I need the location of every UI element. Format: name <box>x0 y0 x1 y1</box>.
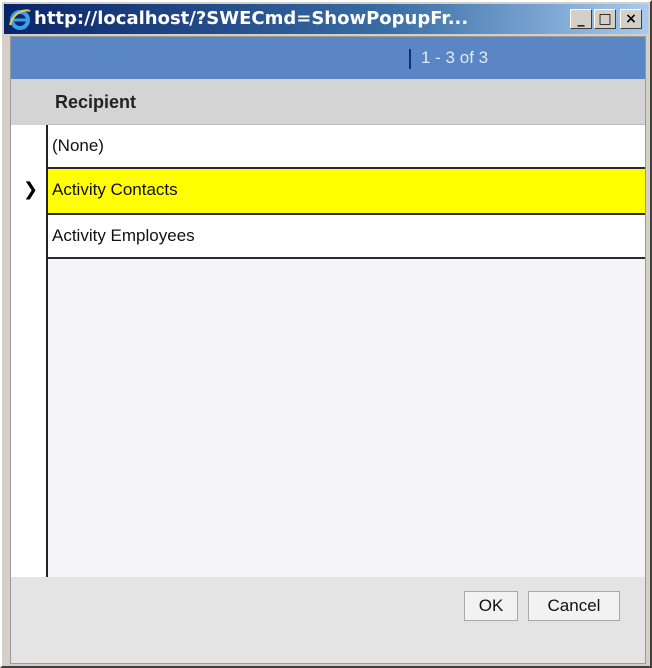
row-label: Activity Employees <box>52 226 195 245</box>
cancel-button[interactable]: Cancel <box>528 591 620 621</box>
column-header-label: Recipient <box>55 92 137 112</box>
minimize-icon: _ <box>577 11 585 27</box>
list-toolbar: 1 - 3 of 3 <box>11 37 645 79</box>
record-count: 1 - 3 of 3 <box>421 48 489 67</box>
title-bar[interactable]: http://localhost/?SWECmd=ShowPopupFr... … <box>4 4 648 34</box>
ok-button[interactable]: OK <box>464 591 518 621</box>
header-corner <box>11 79 47 125</box>
close-icon: × <box>625 11 637 27</box>
window-title: http://localhost/?SWECmd=ShowPopupFr... <box>34 8 469 29</box>
recipient-list: Recipient (None) ❯ Activity Contacts Act… <box>11 79 645 577</box>
list-row-activity-employees[interactable]: Activity Employees <box>48 215 645 259</box>
dialog-footer: OK Cancel <box>11 577 645 663</box>
list-row-none[interactable]: (None) <box>48 125 645 169</box>
internet-explorer-icon <box>9 9 31 30</box>
selected-row-arrow-icon: ❯ <box>23 179 39 200</box>
maximize-button[interactable]: □ <box>594 9 616 29</box>
maximize-icon: □ <box>598 11 612 27</box>
row-indicator-column <box>11 79 47 577</box>
row-label: Activity Contacts <box>52 180 178 199</box>
column-header-recipient[interactable]: Recipient <box>47 79 645 125</box>
popup-content: 1 - 3 of 3 Recipient (None) ❯ Activity C… <box>10 36 646 664</box>
close-button[interactable]: × <box>620 9 642 29</box>
row-label: (None) <box>52 136 104 155</box>
minimize-button[interactable]: _ <box>570 9 592 29</box>
list-row-activity-contacts[interactable]: Activity Contacts <box>48 167 645 215</box>
popup-window: http://localhost/?SWECmd=ShowPopupFr... … <box>0 0 652 668</box>
toolbar-separator <box>409 49 411 69</box>
